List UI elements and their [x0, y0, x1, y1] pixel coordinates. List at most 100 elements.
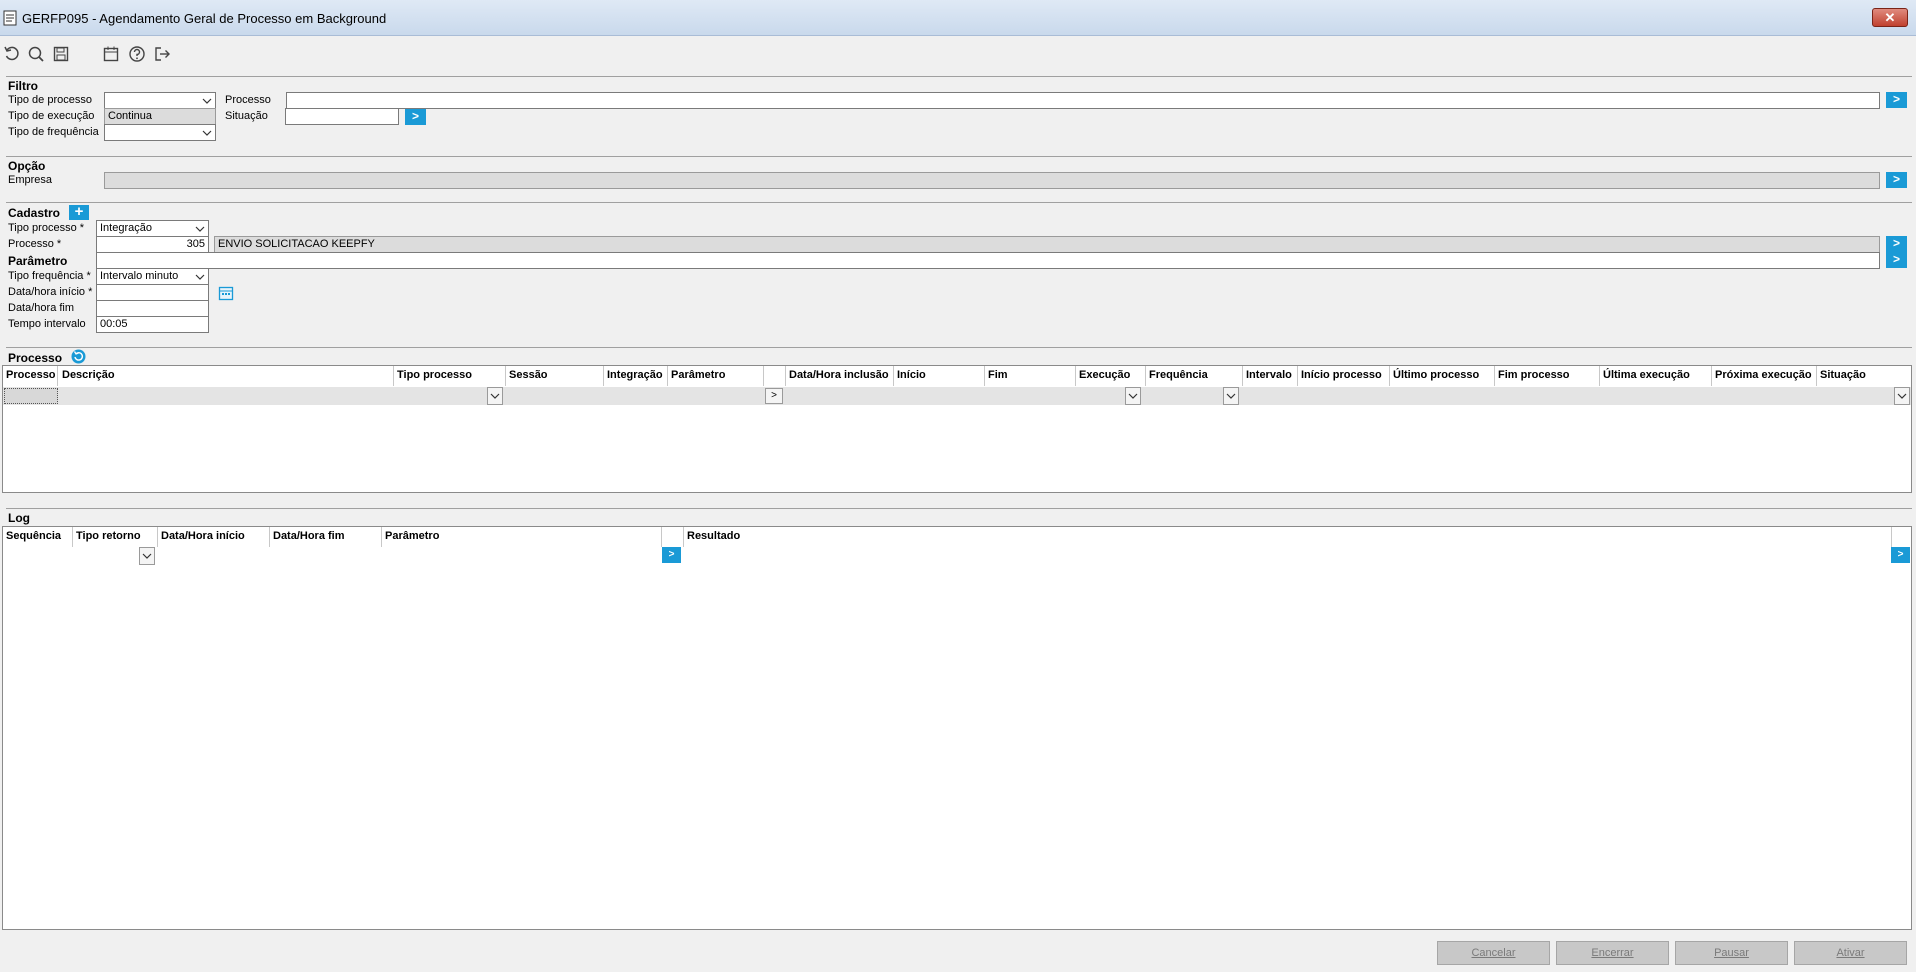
filtro-tipo-execucao-field: Continua: [104, 108, 216, 125]
filter-frequencia-dropdown[interactable]: [1223, 387, 1239, 405]
title-bar: GERFP095 - Agendamento Geral de Processo…: [0, 0, 1916, 36]
chevron-down-icon: [195, 274, 205, 280]
chevron-down-icon: [1897, 393, 1907, 399]
filtro-situacao-input[interactable]: [285, 108, 399, 125]
chevron-down-icon: [195, 226, 205, 232]
pausar-button[interactable]: Pausar: [1675, 941, 1788, 965]
cadastro-tempo-intervalo-label: Tempo intervalo: [8, 318, 86, 330]
filter-execucao-dropdown[interactable]: [1125, 387, 1141, 405]
ativar-button[interactable]: Ativar: [1794, 941, 1907, 965]
refresh-icon[interactable]: [3, 45, 21, 63]
cadastro-divider: [6, 202, 1912, 203]
grid-header[interactable]: Execução: [1076, 366, 1146, 386]
log-parametro-go-button[interactable]: >: [662, 547, 681, 563]
opcao-empresa-go-button[interactable]: >: [1886, 172, 1907, 188]
filtro-processo-input[interactable]: [286, 92, 1880, 109]
filtro-situacao-go-button[interactable]: >: [405, 109, 426, 125]
filter-tipo-processo-dropdown[interactable]: [487, 387, 503, 405]
processo-grid-title: Processo: [8, 351, 63, 365]
grid-header[interactable]: Situação: [1817, 366, 1911, 386]
filtro-tipo-frequencia-select[interactable]: [104, 124, 216, 141]
filtro-tipo-frequencia-label: Tipo de frequência: [8, 126, 99, 138]
grid-header[interactable]: Data/Hora inclusão: [786, 366, 894, 386]
cancelar-button[interactable]: Cancelar: [1437, 941, 1550, 965]
add-button[interactable]: +: [69, 204, 89, 220]
grid-header[interactable]: Fim processo: [1495, 366, 1600, 386]
log-divider: [6, 508, 1912, 509]
cadastro-processo-desc-field: ENVIO SOLICITACAO KEEPFY: [214, 236, 1880, 253]
grid-header[interactable]: Tipo processo: [394, 366, 506, 386]
cadastro-parametro-label: Parâmetro: [8, 254, 68, 268]
calendar-icon[interactable]: [102, 45, 120, 63]
grid-header[interactable]: Intervalo: [1243, 366, 1298, 386]
cadastro-data-fim-input[interactable]: [96, 300, 209, 317]
chevron-down-icon: [202, 98, 212, 104]
filtro-tipo-processo-select[interactable]: [104, 92, 216, 109]
cadastro-data-fim-label: Data/hora fim: [8, 302, 75, 314]
processo-grid: Processo Descrição Tipo processo Sessão …: [2, 365, 1912, 493]
refresh-grid-icon[interactable]: [71, 349, 86, 364]
grid-header[interactable]: Última execução: [1600, 366, 1712, 386]
filtro-processo-go-button[interactable]: >: [1886, 92, 1907, 108]
cadastro-processo-go-button[interactable]: >: [1886, 236, 1907, 252]
filtro-title: Filtro: [8, 79, 38, 93]
processo-divider: [6, 347, 1912, 348]
filter-processo-input[interactable]: [4, 388, 58, 404]
grid-header[interactable]: [662, 527, 684, 547]
cadastro-tipo-processo-label: Tipo processo *: [8, 222, 85, 234]
cadastro-tipo-processo-value: Integração: [100, 222, 152, 234]
filtro-tipo-processo-label: Tipo de processo: [8, 94, 92, 106]
window-title: GERFP095 - Agendamento Geral de Processo…: [22, 11, 387, 26]
cadastro-parametro-go-button[interactable]: >: [1886, 252, 1907, 268]
document-icon: [3, 10, 17, 26]
grid-header[interactable]: Integração: [604, 366, 668, 386]
grid-header[interactable]: Sequência: [3, 527, 73, 547]
grid-header[interactable]: Data/Hora fim: [270, 527, 382, 547]
cadastro-tipo-processo-select[interactable]: Integração: [96, 220, 209, 237]
filtro-divider: [6, 76, 1912, 77]
grid-header[interactable]: Início processo: [1298, 366, 1390, 386]
grid-header[interactable]: Frequência: [1146, 366, 1243, 386]
cadastro-tipo-frequencia-select[interactable]: Intervalo minuto: [96, 268, 209, 285]
log-resultado-go-button[interactable]: >: [1891, 547, 1910, 563]
filter-parametro-button[interactable]: >: [765, 388, 783, 404]
grid-header[interactable]: Parâmetro: [382, 527, 662, 547]
cadastro-title: Cadastro: [8, 206, 61, 220]
grid-header[interactable]: Último processo: [1390, 366, 1495, 386]
cadastro-processo-code-input[interactable]: 305: [96, 236, 209, 253]
exit-icon[interactable]: [153, 45, 171, 63]
cadastro-parametro-input[interactable]: [96, 252, 1880, 269]
cadastro-tipo-frequencia-label: Tipo frequência *: [8, 270, 91, 282]
opcao-title: Opção: [8, 159, 46, 173]
log-grid: Sequência Tipo retorno Data/Hora início …: [2, 526, 1912, 930]
cadastro-processo-label: Processo *: [8, 238, 62, 250]
cadastro-data-inicio-input[interactable]: [96, 284, 209, 301]
grid-header[interactable]: Parâmetro: [668, 366, 764, 386]
search-icon[interactable]: [27, 45, 45, 63]
grid-header[interactable]: Resultado: [684, 527, 1892, 547]
grid-header[interactable]: Processo: [3, 366, 58, 386]
opcao-empresa-label: Empresa: [8, 174, 53, 186]
grid-header[interactable]: Fim: [985, 366, 1076, 386]
filtro-situacao-label: Situação: [225, 110, 268, 122]
filtro-processo-label: Processo: [225, 94, 271, 106]
chevron-down-icon: [202, 130, 212, 136]
save-icon[interactable]: [52, 45, 70, 63]
grid-header[interactable]: [764, 366, 786, 386]
grid-header[interactable]: Tipo retorno: [73, 527, 158, 547]
grid-header[interactable]: Descrição: [59, 366, 394, 386]
grid-header[interactable]: Início: [894, 366, 985, 386]
grid-filter-row: >: [3, 387, 1911, 405]
cadastro-tempo-intervalo-input[interactable]: 00:05: [96, 316, 209, 333]
log-tipo-retorno-dropdown[interactable]: [139, 547, 155, 565]
encerrar-button[interactable]: Encerrar: [1556, 941, 1669, 965]
log-grid-title: Log: [8, 511, 30, 525]
calendar-picker-icon[interactable]: [218, 285, 234, 301]
grid-header[interactable]: Sessão: [506, 366, 604, 386]
filter-situacao-dropdown[interactable]: [1894, 387, 1910, 405]
help-icon[interactable]: [128, 45, 146, 63]
chevron-down-icon: [1128, 393, 1138, 399]
grid-header[interactable]: Próxima execução: [1712, 366, 1817, 386]
close-button[interactable]: ✕: [1872, 8, 1908, 27]
grid-header[interactable]: Data/Hora início: [158, 527, 270, 547]
